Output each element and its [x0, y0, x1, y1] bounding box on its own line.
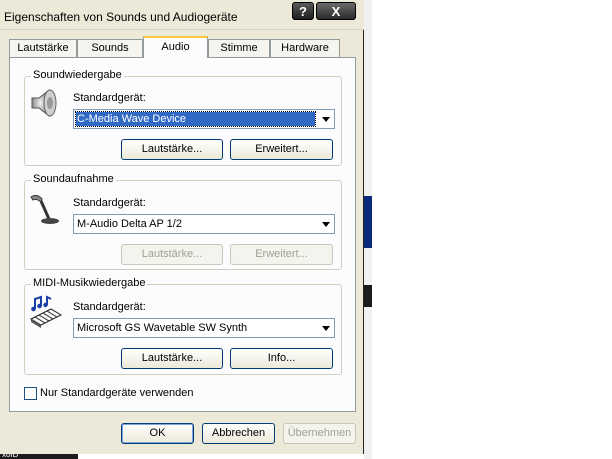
recording-group: Soundaufnahme Standardgerät: M-Audio Del… — [24, 173, 342, 270]
tab-hardware[interactable]: Hardware — [270, 39, 340, 57]
recording-group-title: Soundaufnahme — [31, 173, 116, 185]
window-title: Eigenschaften von Sounds und Audiogeräte — [4, 10, 238, 24]
speaker-icon — [29, 87, 61, 119]
midi-group-title: MIDI-Musikwiedergabe — [31, 277, 148, 289]
microphone-icon — [29, 191, 61, 225]
recording-device-select[interactable]: M-Audio Delta AP 1/2 — [73, 214, 335, 234]
recording-volume-button[interactable]: Lautstärke... — [121, 244, 223, 265]
playback-group-title: Soundwiedergabe — [31, 69, 124, 81]
cancel-button[interactable]: Abbrechen — [202, 423, 275, 444]
midi-device-select[interactable]: Microsoft GS Wavetable SW Synth — [73, 318, 335, 338]
playback-device-value: C-Media Wave Device — [75, 111, 316, 127]
recording-device-value: M-Audio Delta AP 1/2 — [77, 218, 182, 230]
tab-lautstaerke[interactable]: Lautstärke — [9, 39, 77, 57]
midi-volume-button[interactable]: Lautstärke... — [121, 348, 223, 369]
audio-tab-panel: Soundwiedergabe Standardgerät: C-Media W… — [9, 57, 356, 412]
background-window-fragment — [364, 285, 372, 307]
tab-stimme[interactable]: Stimme — [208, 39, 270, 57]
apply-button[interactable]: Übernehmen — [283, 423, 356, 444]
background-window-fragment — [364, 196, 372, 248]
playback-volume-button[interactable]: Lautstärke... — [121, 139, 223, 160]
only-default-devices-checkbox[interactable] — [24, 387, 37, 400]
playback-default-label: Standardgerät: — [73, 92, 146, 104]
only-default-devices-label[interactable]: Nur Standardgeräte verwenden — [40, 387, 193, 399]
close-button[interactable]: X — [316, 2, 356, 20]
recording-default-label: Standardgerät: — [73, 197, 146, 209]
chevron-down-icon[interactable] — [322, 326, 330, 331]
playback-advanced-button[interactable]: Erweitert... — [230, 139, 333, 160]
chevron-down-icon[interactable] — [322, 222, 330, 227]
midi-default-label: Standardgerät: — [73, 301, 146, 313]
playback-device-select[interactable]: C-Media Wave Device — [73, 109, 335, 129]
playback-group: Soundwiedergabe Standardgerät: C-Media W… — [24, 69, 342, 166]
midi-group: MIDI-Musikwiedergabe Standardgerät: Micr… — [24, 277, 342, 375]
recording-advanced-button[interactable]: Erweitert... — [230, 244, 333, 265]
midi-info-button[interactable]: Info... — [230, 348, 333, 369]
chevron-down-icon[interactable] — [322, 117, 330, 122]
midi-device-value: Microsoft GS Wavetable SW Synth — [77, 322, 248, 334]
help-button[interactable]: ? — [292, 2, 314, 20]
title-bar[interactable]: Eigenschaften von Sounds und Audiogeräte… — [0, 0, 364, 30]
midi-keyboard-icon — [29, 295, 63, 329]
sound-properties-dialog: Eigenschaften von Sounds und Audiogeräte… — [0, 0, 364, 454]
tab-audio[interactable]: Audio — [143, 36, 208, 58]
tab-sounds[interactable]: Sounds — [77, 39, 143, 57]
ok-button[interactable]: OK — [121, 423, 194, 444]
